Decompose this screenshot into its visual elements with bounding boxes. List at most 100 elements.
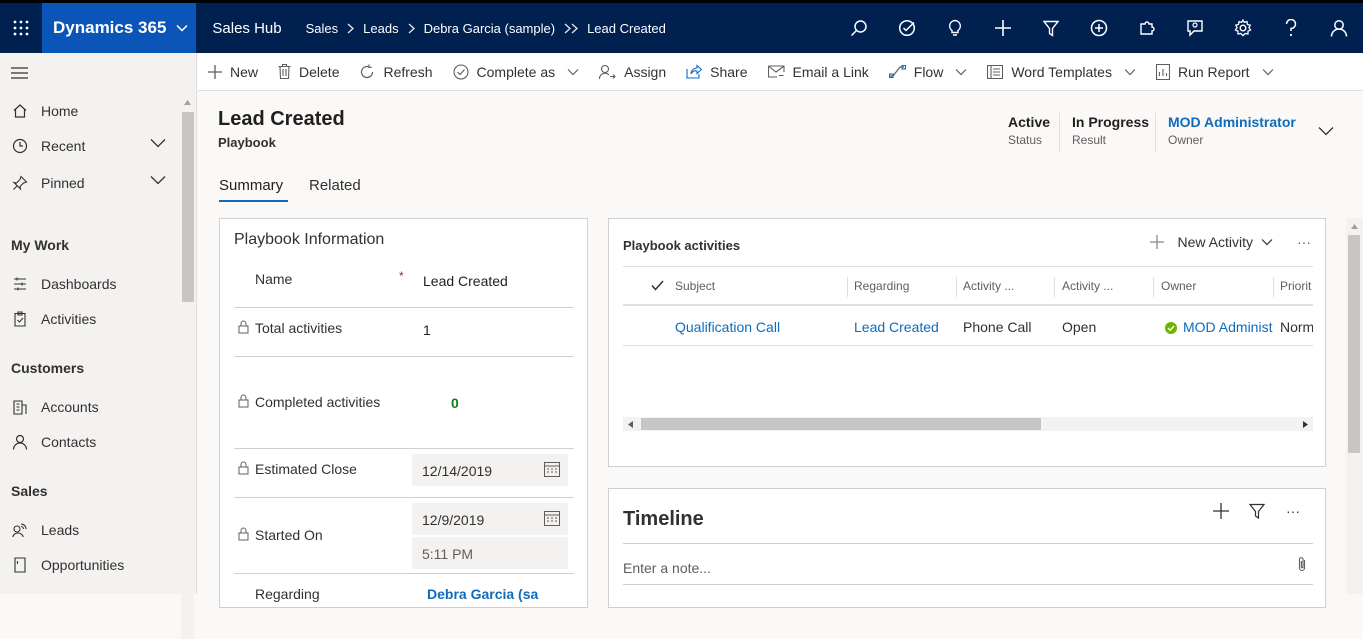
calendar-icon[interactable] [544, 461, 560, 477]
paperclip-icon[interactable] [1297, 556, 1307, 572]
header-expand-chevron-icon[interactable] [1318, 126, 1334, 136]
delete-label: Delete [299, 63, 340, 80]
new-button[interactable]: New [198, 53, 268, 91]
sidebar-item-opportunities[interactable]: Opportunities [0, 548, 182, 582]
scrollbar-thumb[interactable] [1348, 235, 1360, 453]
note-input[interactable]: Enter a note... [623, 543, 1313, 585]
estimated-close-label: Estimated Close [238, 461, 357, 477]
filter-icon[interactable] [1239, 503, 1275, 519]
table-row[interactable]: Qualification Call Lead Created Phone Ca… [623, 308, 1313, 346]
tab-related[interactable]: Related [309, 177, 361, 194]
sidebar-item-activities[interactable]: Activities [0, 302, 182, 336]
share-button[interactable]: Share [676, 53, 757, 91]
chevron-down-icon[interactable] [1261, 238, 1273, 246]
column-divider[interactable] [1273, 277, 1274, 297]
column-header-owner[interactable]: Owner [1161, 279, 1196, 293]
scroll-left-arrow-icon[interactable] [628, 421, 633, 428]
sidebar-item-contacts[interactable]: Contacts [0, 425, 182, 459]
lightbulb-icon[interactable] [931, 3, 979, 53]
sidebar-item-pinned[interactable]: Pinned [0, 166, 182, 200]
more-options-button[interactable]: ··· [1297, 234, 1311, 250]
sidebar-item-leads[interactable]: Leads [0, 513, 182, 547]
help-icon[interactable] [1267, 3, 1315, 53]
name-field-value[interactable]: Lead Created [423, 273, 508, 289]
scrollbar-thumb[interactable] [182, 112, 194, 302]
chevron-down-icon[interactable] [150, 175, 166, 185]
grid-horizontal-scrollbar[interactable] [623, 417, 1313, 431]
app-launcher-icon[interactable] [0, 3, 42, 53]
estimated-close-date-input[interactable]: 12/14/2019 [412, 454, 568, 486]
scrollbar-thumb[interactable] [641, 418, 1041, 430]
delete-button[interactable]: Delete [268, 53, 349, 91]
owner-link[interactable]: MOD Administrator [1168, 114, 1296, 130]
column-header-regarding[interactable]: Regarding [854, 279, 909, 293]
assign-button[interactable]: Assign [589, 53, 676, 91]
main-vertical-scrollbar[interactable] [1346, 218, 1363, 594]
sidebar-item-dashboards[interactable]: Dashboards [0, 267, 182, 301]
breadcrumb-leads[interactable]: Leads [363, 21, 398, 36]
sidebar-item-accounts[interactable]: Accounts [0, 390, 182, 424]
complete-as-label: Complete as [476, 63, 556, 80]
dynamics-brand-button[interactable]: Dynamics 365 [42, 3, 197, 53]
chevron-down-icon[interactable] [150, 138, 166, 148]
refresh-button[interactable]: Refresh [349, 53, 442, 91]
sidebar-item-recent[interactable]: Recent [0, 129, 182, 163]
sidebar-item-home[interactable]: Home [0, 94, 182, 128]
column-header-activity-status[interactable]: Activity ... [1062, 279, 1113, 293]
required-asterisk: * [399, 269, 404, 283]
column-header-activity-type[interactable]: Activity ... [963, 279, 1014, 293]
field-label-text: Completed activities [255, 394, 381, 410]
scroll-up-arrow-icon[interactable] [184, 100, 191, 105]
flow-button[interactable]: Flow [879, 53, 978, 91]
plus-icon[interactable] [979, 3, 1027, 53]
circle-plus-icon[interactable] [1075, 3, 1123, 53]
hamburger-menu-icon[interactable] [11, 67, 28, 79]
app-title[interactable]: Sales Hub [212, 20, 281, 37]
breadcrumb-lead-record[interactable]: Debra Garcia (sample) [424, 21, 556, 36]
column-header-subject[interactable]: Subject [675, 279, 715, 293]
user-icon[interactable] [1315, 3, 1363, 53]
select-all-checkmark-icon[interactable] [651, 280, 664, 291]
breadcrumb-sales[interactable]: Sales [306, 21, 339, 36]
plus-icon[interactable] [1149, 235, 1164, 249]
owner-link[interactable]: MOD Administ [1183, 319, 1275, 335]
scroll-right-arrow-icon[interactable] [1303, 421, 1308, 428]
column-divider[interactable] [956, 277, 957, 297]
scroll-up-arrow-icon[interactable] [1351, 224, 1358, 229]
subject-link[interactable]: Qualification Call [675, 319, 780, 335]
document-icon [11, 556, 29, 574]
column-divider[interactable] [847, 277, 848, 297]
completed-activities-label: Completed activities [238, 394, 381, 410]
regarding-link[interactable]: Lead Created [854, 319, 939, 335]
word-templates-button[interactable]: Word Templates [977, 53, 1146, 91]
tab-summary[interactable]: Summary [219, 177, 283, 194]
new-activity-button[interactable]: New Activity [1178, 234, 1253, 250]
plus-icon[interactable] [1203, 503, 1239, 519]
settings-icon[interactable] [1219, 3, 1267, 53]
sitemap-scrollbar[interactable] [181, 98, 194, 639]
field-divider [234, 497, 574, 498]
chat-icon[interactable] [1171, 3, 1219, 53]
chevron-down-icon [176, 24, 188, 32]
started-on-time-input[interactable]: 5:11 PM [412, 537, 568, 569]
regarding-label: Regarding [255, 586, 320, 602]
regarding-link[interactable]: Debra Garcia (sa [427, 586, 538, 602]
email-link-button[interactable]: Email a Link [758, 53, 879, 91]
puzzle-icon[interactable] [1123, 3, 1171, 53]
share-label: Share [710, 63, 748, 80]
search-icon[interactable] [835, 3, 883, 53]
task-icon[interactable] [883, 3, 931, 53]
sidebar-item-label: Home [41, 103, 79, 119]
playbook-information-section: Playbook Information Name * Lead Created… [219, 218, 588, 608]
column-header-priority[interactable]: Priorit [1280, 279, 1311, 293]
calendar-icon[interactable] [544, 510, 560, 526]
column-divider[interactable] [1153, 277, 1154, 297]
email-link-icon [767, 64, 785, 79]
presence-available-icon [1165, 322, 1177, 334]
more-options-button[interactable]: ··· [1275, 503, 1311, 519]
started-on-date-input[interactable]: 12/9/2019 [412, 503, 568, 535]
column-divider[interactable] [1054, 277, 1055, 297]
filter-icon[interactable] [1027, 3, 1075, 53]
run-report-button[interactable]: Run Report [1146, 53, 1284, 91]
complete-as-button[interactable]: Complete as [443, 53, 590, 91]
